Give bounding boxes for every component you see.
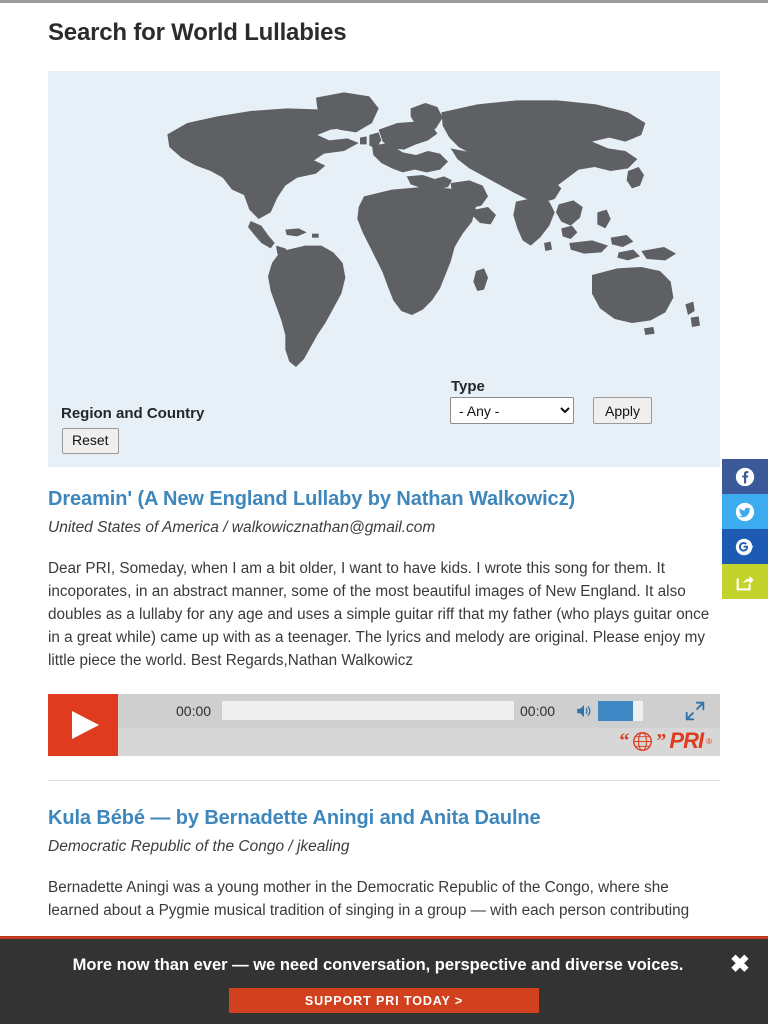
google-plus-icon — [735, 538, 754, 555]
page-title: Search for World Lullabies — [48, 19, 347, 46]
volume-slider[interactable] — [598, 701, 643, 721]
result-title-link[interactable]: Dreamin' (A New England Lullaby by Natha… — [48, 488, 575, 510]
social-share-rail — [722, 459, 768, 599]
page-root: Search for World Lullabies Region and Co… — [0, 0, 768, 1024]
audio-player: 00:00 00:00 “ ” PRI ® — [48, 694, 720, 756]
region-country-label: Region and Country — [61, 405, 205, 422]
result-meta: Democratic Republic of the Congo / jkeal… — [48, 838, 350, 855]
pri-close-quote-icon: ” — [656, 730, 667, 752]
result-body: Bernadette Aningi was a young mother in … — [48, 879, 690, 919]
banner-close-icon[interactable]: ✖ — [730, 953, 750, 977]
filter-controls: Region and Country Reset Type - Any - Ap… — [48, 371, 720, 467]
result-divider — [48, 780, 720, 781]
result-item: Dreamin' (A New England Lullaby by Natha… — [48, 488, 720, 781]
support-banner: More now than ever — we need conversatio… — [0, 936, 768, 1024]
seek-bar[interactable] — [222, 701, 514, 720]
banner-message: More now than ever — we need conversatio… — [72, 956, 684, 974]
duration-time: 00:00 — [520, 703, 556, 719]
search-filter-panel: Region and Country Reset Type - Any - Ap… — [48, 71, 720, 467]
player-controls-row: 00:00 00:00 — [118, 694, 720, 728]
play-triangle-icon — [72, 711, 99, 739]
world-map[interactable] — [48, 71, 720, 371]
type-select[interactable]: - Any - — [450, 397, 574, 424]
share-google-plus-button[interactable] — [722, 529, 768, 564]
results-list: Dreamin' (A New England Lullaby by Natha… — [48, 488, 720, 922]
volume-icon[interactable] — [574, 702, 594, 720]
pri-logo: “ ” PRI ® — [619, 730, 712, 752]
result-body: Dear PRI, Someday, when I am a bit older… — [48, 560, 710, 669]
page-content: Search for World Lullabies — [0, 3, 768, 47]
pri-open-quote-icon: “ — [619, 730, 630, 752]
play-button[interactable] — [48, 694, 118, 756]
share-icon — [736, 575, 754, 590]
apply-button[interactable]: Apply — [593, 397, 653, 424]
result-title-link[interactable]: Kula Bébé — by Bernadette Aningi and Ani… — [48, 807, 541, 829]
pri-registered-mark: ® — [706, 736, 712, 746]
pri-wordmark: PRI — [669, 728, 704, 753]
reset-button[interactable]: Reset — [62, 428, 119, 454]
expand-icon[interactable] — [685, 701, 705, 721]
facebook-icon — [735, 467, 755, 486]
current-time: 00:00 — [176, 703, 212, 719]
twitter-icon — [735, 502, 755, 521]
result-meta: United States of America / walkowicznath… — [48, 519, 436, 536]
result-item: Kula Bébé — by Bernadette Aningi and Ani… — [48, 807, 720, 922]
world-map-svg — [50, 71, 718, 371]
type-label: Type — [451, 378, 485, 395]
share-more-button[interactable] — [722, 564, 768, 599]
volume-level-fill — [598, 701, 633, 721]
support-pri-button[interactable]: SUPPORT PRI TODAY > — [229, 988, 539, 1013]
pri-globe-icon — [633, 731, 653, 751]
share-facebook-button[interactable] — [722, 459, 768, 494]
share-twitter-button[interactable] — [722, 494, 768, 529]
